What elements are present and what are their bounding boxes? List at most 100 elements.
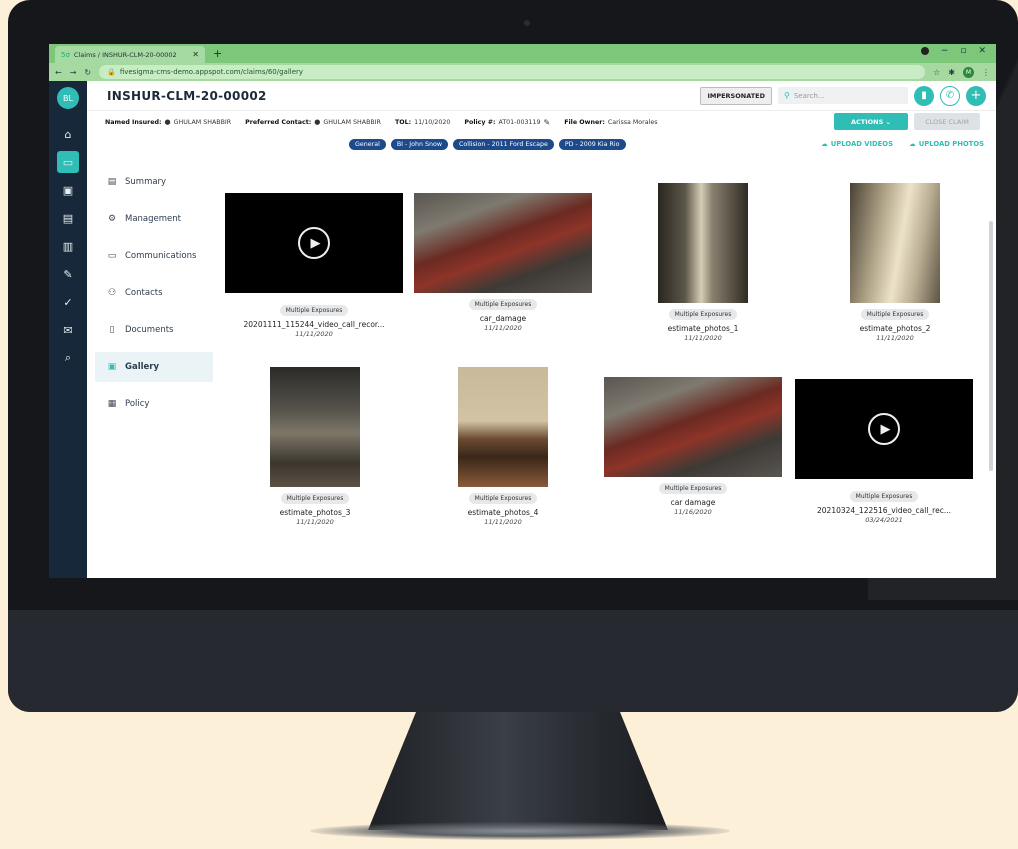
- favicon-icon: 5σ: [61, 50, 70, 59]
- filter-chip[interactable]: BI - John Snow: [390, 139, 448, 150]
- badge-icon[interactable]: ▥: [57, 235, 79, 257]
- video-thumbnail[interactable]: ▶: [225, 193, 403, 293]
- url-field[interactable]: 🔒 fivesigma-cms-demo.appspot.com/claims/…: [99, 65, 926, 79]
- reload-icon[interactable]: ↻: [84, 68, 91, 77]
- gallery-item[interactable]: ▶ Multiple Exposures 20210324_122516_vid…: [795, 379, 973, 524]
- photo-thumbnail[interactable]: [458, 367, 548, 487]
- tol: TOL: 11/10/2020: [395, 119, 450, 126]
- nav-item-documents[interactable]: ▯ Documents: [95, 315, 213, 345]
- video-thumbnail[interactable]: ▶: [795, 379, 973, 479]
- policy-label: Policy #:: [464, 118, 496, 126]
- photo-thumbnail[interactable]: [658, 183, 748, 303]
- add-icon[interactable]: +: [966, 85, 986, 106]
- close-tab-icon[interactable]: ✕: [192, 50, 199, 59]
- document-icon: ▯: [109, 325, 115, 335]
- policy-number: Policy #: AT01-003119 ✎: [464, 118, 550, 127]
- play-icon[interactable]: ▶: [868, 413, 900, 445]
- extensions-icon[interactable]: ✱: [948, 68, 955, 77]
- close-claim-button[interactable]: CLOSE CLAIM: [914, 113, 980, 130]
- home-icon[interactable]: ⌂: [57, 123, 79, 145]
- nav-item-summary[interactable]: ▤ Summary: [95, 167, 213, 197]
- star-icon[interactable]: ☆: [933, 68, 940, 77]
- named-insured-value[interactable]: GHULAM SHABBIR: [174, 119, 232, 126]
- file-date: 03/24/2021: [865, 516, 903, 524]
- photo-thumbnail[interactable]: [414, 193, 592, 293]
- person-icon: ●: [164, 118, 171, 126]
- filter-chip[interactable]: PD - 2009 Kia Rio: [558, 139, 626, 150]
- tab-title: Claims / INSHUR-CLM-20-00002: [73, 50, 177, 59]
- photo-thumbnail[interactable]: [270, 367, 360, 487]
- upload-videos-button[interactable]: ☁ UPLOAD VIDEOS: [821, 140, 893, 148]
- search-input[interactable]: ⚲ Search...: [778, 87, 908, 104]
- new-tab-icon[interactable]: +: [213, 47, 222, 60]
- policy-value[interactable]: AT01-003119: [499, 119, 541, 126]
- minimize-icon[interactable]: −: [941, 46, 949, 56]
- nav-item-policy[interactable]: ▦ Policy: [95, 389, 213, 419]
- user-avatar[interactable]: BL: [57, 87, 79, 109]
- folder-icon[interactable]: ▭: [57, 151, 79, 173]
- profile-avatar[interactable]: M: [963, 66, 974, 78]
- file-search-icon[interactable]: ⌕: [57, 347, 79, 369]
- back-icon[interactable]: ←: [55, 68, 62, 77]
- file-name: 20210324_122516_video_call_rec...: [817, 506, 951, 515]
- nav-rail: BL ⌂ ▭ ▣ ▤ ▥ ✎ ✓ ✉ ⌕: [49, 81, 87, 578]
- header-actions: IMPERSONATED ⚲ Search... ▮ ✆ +: [700, 85, 986, 106]
- mail-icon[interactable]: ✉: [57, 319, 79, 341]
- contact-card-icon[interactable]: ▤: [57, 207, 79, 229]
- preferred-contact-label: Preferred Contact:: [245, 118, 312, 126]
- gallery-item[interactable]: Multiple Exposures estimate_photos_4 11/…: [423, 367, 583, 526]
- clipboard-check-icon[interactable]: ✓: [57, 291, 79, 313]
- filter-chip[interactable]: General: [349, 139, 386, 150]
- phone-icon[interactable]: ✆: [940, 85, 960, 106]
- gallery-item[interactable]: ▶ Multiple Exposures 20201111_115244_vid…: [225, 193, 403, 338]
- clipboard-icon: ▤: [107, 177, 117, 187]
- screen: 5σ Claims / INSHUR-CLM-20-00002 ✕ + − ▫ …: [49, 44, 996, 578]
- gallery-item[interactable]: Multiple Exposures car_damage 11/11/2020: [413, 193, 593, 332]
- record-icon[interactable]: [920, 47, 929, 55]
- url-text: fivesigma-cms-demo.appspot.com/claims/60…: [119, 68, 304, 76]
- actions-label: ACTIONS: [850, 117, 884, 126]
- nav-item-contacts[interactable]: ⚇ Contacts: [95, 278, 213, 308]
- nav-item-communications[interactable]: ▭ Communications: [95, 241, 213, 271]
- note-icon[interactable]: ✎: [544, 118, 551, 127]
- calendar-icon[interactable]: ▣: [57, 179, 79, 201]
- page-title: INSHUR-CLM-20-00002: [107, 88, 267, 103]
- exposure-badge: Multiple Exposures: [849, 491, 919, 502]
- preferred-contact: Preferred Contact: ● GHULAM SHABBIR: [245, 118, 381, 126]
- impersonated-button[interactable]: IMPERSONATED: [700, 86, 772, 105]
- nav-label: Summary: [125, 177, 167, 187]
- scrollbar[interactable]: [989, 221, 993, 471]
- nav-item-management[interactable]: ⚙ Management: [95, 204, 213, 234]
- photo-thumbnail[interactable]: [850, 183, 940, 303]
- gallery-item[interactable]: Multiple Exposures estimate_photos_1 11/…: [623, 183, 783, 342]
- menu-icon[interactable]: ⋮: [982, 68, 990, 77]
- gallery-item[interactable]: Multiple Exposures car damage 11/16/2020: [603, 377, 783, 516]
- message-icon[interactable]: ✎: [57, 263, 79, 285]
- close-window-icon[interactable]: ✕: [978, 46, 986, 56]
- file-owner-label: File Owner:: [564, 118, 605, 126]
- file-name: estimate_photos_3: [279, 508, 351, 517]
- play-icon[interactable]: ▶: [298, 227, 330, 259]
- preferred-contact-value[interactable]: GHULAM SHABBIR: [323, 119, 381, 126]
- actions-button[interactable]: ACTIONS ⌄: [834, 113, 908, 130]
- monitor-stand: [368, 712, 668, 830]
- file-date: 11/11/2020: [876, 334, 914, 342]
- gallery-item[interactable]: Multiple Exposures estimate_photos_2 11/…: [815, 183, 975, 342]
- maximize-icon[interactable]: ▫: [960, 46, 966, 56]
- monitor-camera: [524, 20, 530, 26]
- browser-tab[interactable]: 5σ Claims / INSHUR-CLM-20-00002 ✕: [55, 46, 205, 63]
- exposure-badge: Multiple Exposures: [468, 493, 538, 504]
- upload-photos-label: UPLOAD PHOTOS: [918, 140, 984, 148]
- app: BL ⌂ ▭ ▣ ▤ ▥ ✎ ✓ ✉ ⌕ INSHUR-CLM-20-00002…: [49, 81, 996, 578]
- filter-chip[interactable]: Collision - 2011 Ford Escape: [452, 139, 554, 150]
- search-placeholder: Search...: [793, 91, 825, 100]
- chart-icon[interactable]: ▮: [914, 85, 934, 106]
- forward-icon[interactable]: →: [70, 68, 77, 77]
- upload-photos-button[interactable]: ☁ UPLOAD PHOTOS: [909, 140, 984, 148]
- tol-value: 11/10/2020: [414, 118, 451, 126]
- policy-icon: ▦: [107, 399, 117, 409]
- file-name: car_damage: [479, 314, 527, 323]
- photo-thumbnail[interactable]: [604, 377, 782, 477]
- nav-item-gallery[interactable]: ▣ Gallery: [95, 352, 213, 382]
- gallery-item[interactable]: Multiple Exposures estimate_photos_3 11/…: [235, 367, 395, 526]
